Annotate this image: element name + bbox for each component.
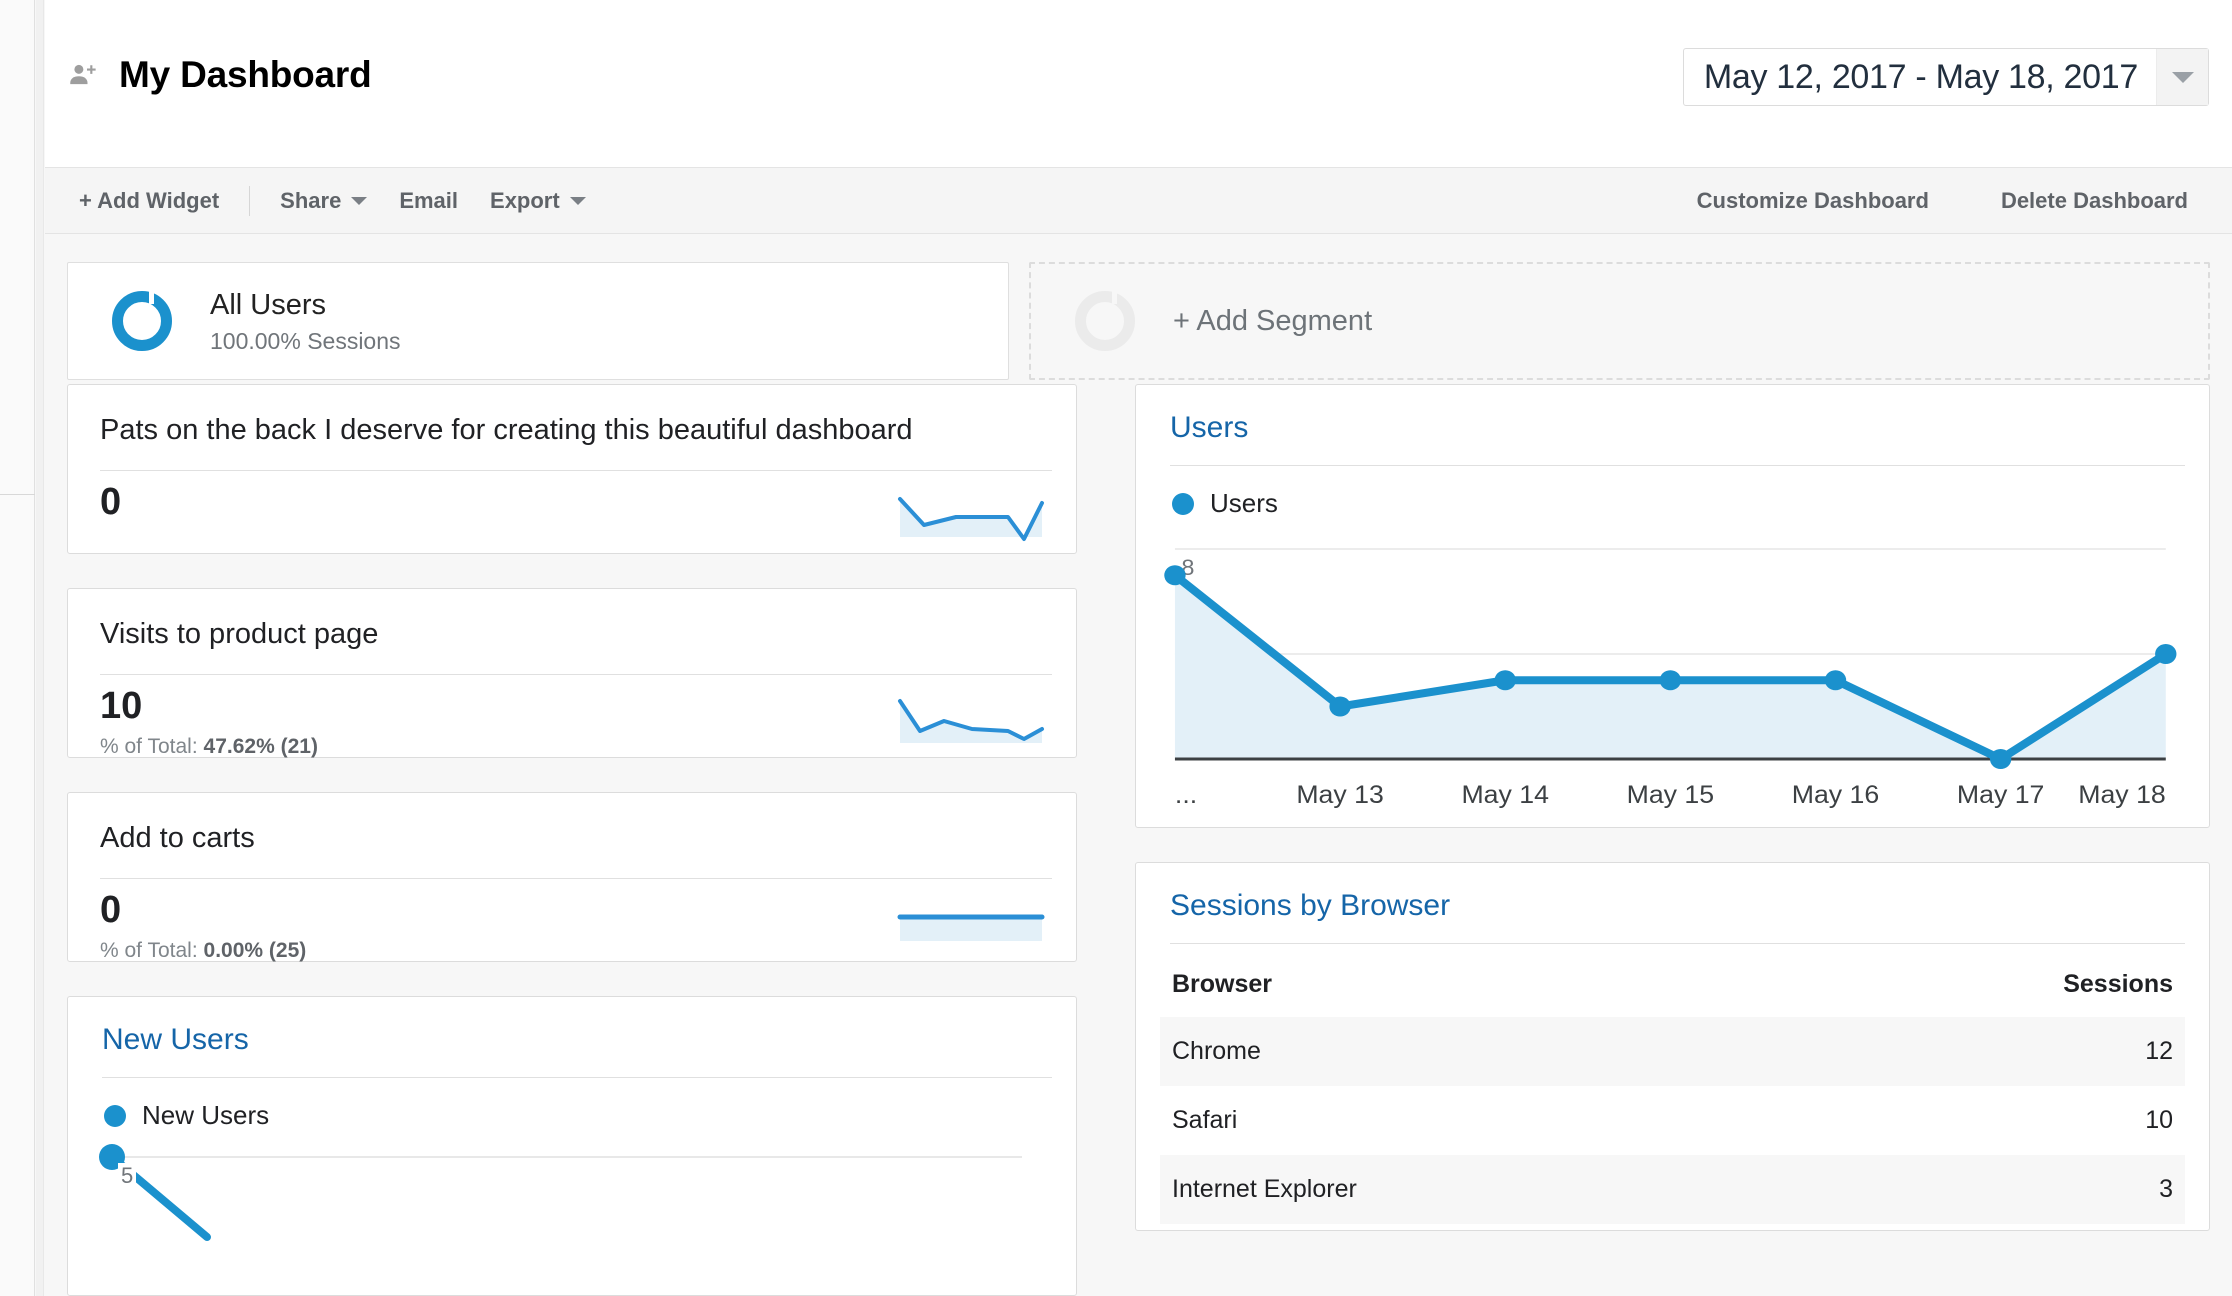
dashboard-toolbar: + Add Widget Share Email Export Customiz… — [45, 168, 2232, 234]
x-axis-tick-label: May 14 — [1461, 782, 1549, 809]
card-divider — [1170, 943, 2185, 944]
chart-legend: New Users — [92, 1078, 1052, 1131]
customize-dashboard-label: Customize Dashboard — [1696, 188, 1929, 213]
segment-donut-icon — [112, 291, 172, 351]
email-label: Email — [399, 188, 459, 213]
add-widget-label: + Add Widget — [79, 188, 220, 213]
left-scroll-gutter — [36, 0, 44, 1296]
chart-legend: Users — [1160, 466, 2185, 519]
chevron-down-icon — [351, 197, 368, 205]
chart-area-fill — [1174, 575, 2166, 759]
widget-sub-percent: 47.62% — [203, 734, 275, 758]
browser-sessions-table: Browser Sessions Chrome 12 Safari 10 Interne… — [1160, 956, 2185, 1224]
widget-sub-label: % of Total: — [100, 938, 198, 962]
x-axis-tick-label: May 17 — [1957, 782, 2045, 809]
users-line-chart: 48...May 13May 14May 15May 16May 17May 1… — [1160, 527, 2185, 827]
dashboard-header: My Dashboard May 12, 2017 - May 18, 2017 — [45, 0, 2232, 168]
chevron-down-icon[interactable] — [2156, 49, 2208, 105]
widget-title: Visits to product page — [100, 618, 379, 650]
title-group: My Dashboard — [67, 54, 372, 96]
x-axis-tick-label: May 16 — [1792, 782, 1880, 809]
legend-dot-icon — [104, 1104, 126, 1127]
widget-sub-total: (21) — [280, 734, 318, 758]
dashboard-page: My Dashboard May 12, 2017 - May 18, 2017… — [0, 0, 2232, 1296]
table-header-row: Browser Sessions — [1160, 956, 2185, 1017]
sparkline-chart — [896, 693, 1046, 751]
date-range-value: May 12, 2017 - May 18, 2017 — [1703, 57, 2138, 96]
widget-sub-percent: 0.00% — [203, 938, 264, 962]
segment-sessions: 100.00% Sessions — [210, 328, 401, 355]
data-point[interactable] — [1824, 670, 1847, 691]
cell-browser: Safari — [1172, 1106, 1238, 1134]
delete-dashboard-label: Delete Dashboard — [2000, 188, 2188, 213]
cell-sessions: 12 — [2145, 1037, 2173, 1065]
add-segment-button[interactable]: + Add Segment — [1029, 262, 2210, 380]
card-title: New Users — [102, 1023, 249, 1056]
column-header-sessions[interactable]: Sessions — [1785, 956, 2185, 1017]
cell-sessions: 3 — [2159, 1175, 2173, 1203]
widgets-column-right: Users Users 48...May 13May 14May 15May 1… — [1135, 384, 2210, 1265]
y-axis-tick-label: 5 — [118, 1163, 137, 1189]
widget-title: Add to carts — [100, 822, 255, 854]
data-point[interactable] — [1659, 670, 1682, 691]
share-label: Share — [280, 188, 342, 213]
legend-dot-icon — [1172, 492, 1194, 515]
x-axis-tick-label: May 18 — [2078, 782, 2166, 809]
add-widget-button[interactable]: + Add Widget — [63, 188, 235, 214]
segment-all-users[interactable]: All Users 100.00% Sessions — [67, 262, 1009, 380]
sparkline-chart — [896, 489, 1046, 547]
legend-label: New Users — [142, 1100, 270, 1130]
widget-new-users[interactable]: New Users New Users 5 — [67, 996, 1077, 1296]
add-segment-label: + Add Segment — [1173, 304, 1373, 337]
column-header-browser[interactable]: Browser — [1160, 956, 1785, 1017]
cell-browser: Internet Explorer — [1172, 1175, 1357, 1203]
left-nav-edge — [0, 0, 35, 1296]
data-point[interactable] — [1989, 749, 2012, 769]
customize-dashboard-button[interactable]: Customize Dashboard — [1681, 188, 1945, 214]
data-point[interactable] — [2155, 644, 2177, 664]
widget-sessions-by-browser[interactable]: Sessions by Browser Browser Sessions Chr… — [1135, 862, 2210, 1231]
widgets-grid: Pats on the back I deserve for creating … — [45, 370, 2232, 1296]
widget-sub-total: (25) — [268, 938, 307, 962]
widgets-column-left: Pats on the back I deserve for creating … — [67, 384, 1077, 1296]
sparkline-chart — [896, 897, 1046, 955]
x-axis-tick-label: May 13 — [1296, 782, 1384, 809]
cell-sessions: 10 — [2145, 1106, 2173, 1134]
export-menu-button[interactable]: Export — [474, 188, 602, 214]
data-point[interactable] — [1329, 696, 1351, 717]
legend-label: Users — [1210, 488, 1278, 518]
chevron-down-icon — [569, 197, 586, 205]
widget-add-to-carts[interactable]: Add to carts 0 % of Total: 0.00% (25) — [67, 792, 1077, 962]
share-menu-button[interactable]: Share — [264, 188, 383, 214]
widget-visits-to-product-page[interactable]: Visits to product page 10 % of Total: 47… — [67, 588, 1077, 758]
date-range-picker[interactable]: May 12, 2017 - May 18, 2017 — [1682, 48, 2209, 106]
new-users-chart: 5 — [92, 1141, 1052, 1261]
table-row[interactable]: Safari 10 — [1160, 1086, 2185, 1155]
table-row[interactable]: Chrome 12 — [1160, 1017, 2185, 1086]
toolbar-divider — [249, 186, 251, 216]
widget-title: Pats on the back I deserve for creating … — [100, 414, 913, 446]
segment-name: All Users — [210, 288, 327, 321]
email-button[interactable]: Email — [383, 188, 474, 214]
widget-users-chart[interactable]: Users Users 48...May 13May 14May 15May 1… — [1135, 384, 2210, 828]
delete-dashboard-button[interactable]: Delete Dashboard — [1985, 188, 2204, 214]
segment-bar: All Users 100.00% Sessions + Add Segment — [45, 234, 2232, 380]
data-point[interactable] — [1494, 670, 1516, 691]
cell-browser: Chrome — [1172, 1037, 1261, 1065]
widget-sub-label: % of Total: — [100, 734, 198, 758]
data-point[interactable] — [1164, 565, 1186, 586]
widget-pats-on-the-back[interactable]: Pats on the back I deserve for creating … — [67, 384, 1077, 554]
card-title: Users — [1170, 411, 1249, 444]
table-row[interactable]: Internet Explorer 3 — [1160, 1155, 2185, 1224]
nav-divider — [0, 494, 35, 495]
page-title: My Dashboard — [119, 54, 372, 95]
x-axis-tick-label: ... — [1175, 782, 1197, 809]
card-title: Sessions by Browser — [1170, 889, 1451, 922]
x-axis-tick-label: May 15 — [1627, 782, 1715, 809]
person-add-icon[interactable] — [67, 60, 97, 90]
dashboard-content: My Dashboard May 12, 2017 - May 18, 2017… — [45, 0, 2232, 1296]
add-segment-donut-icon — [1075, 291, 1135, 351]
export-label: Export — [490, 188, 560, 213]
